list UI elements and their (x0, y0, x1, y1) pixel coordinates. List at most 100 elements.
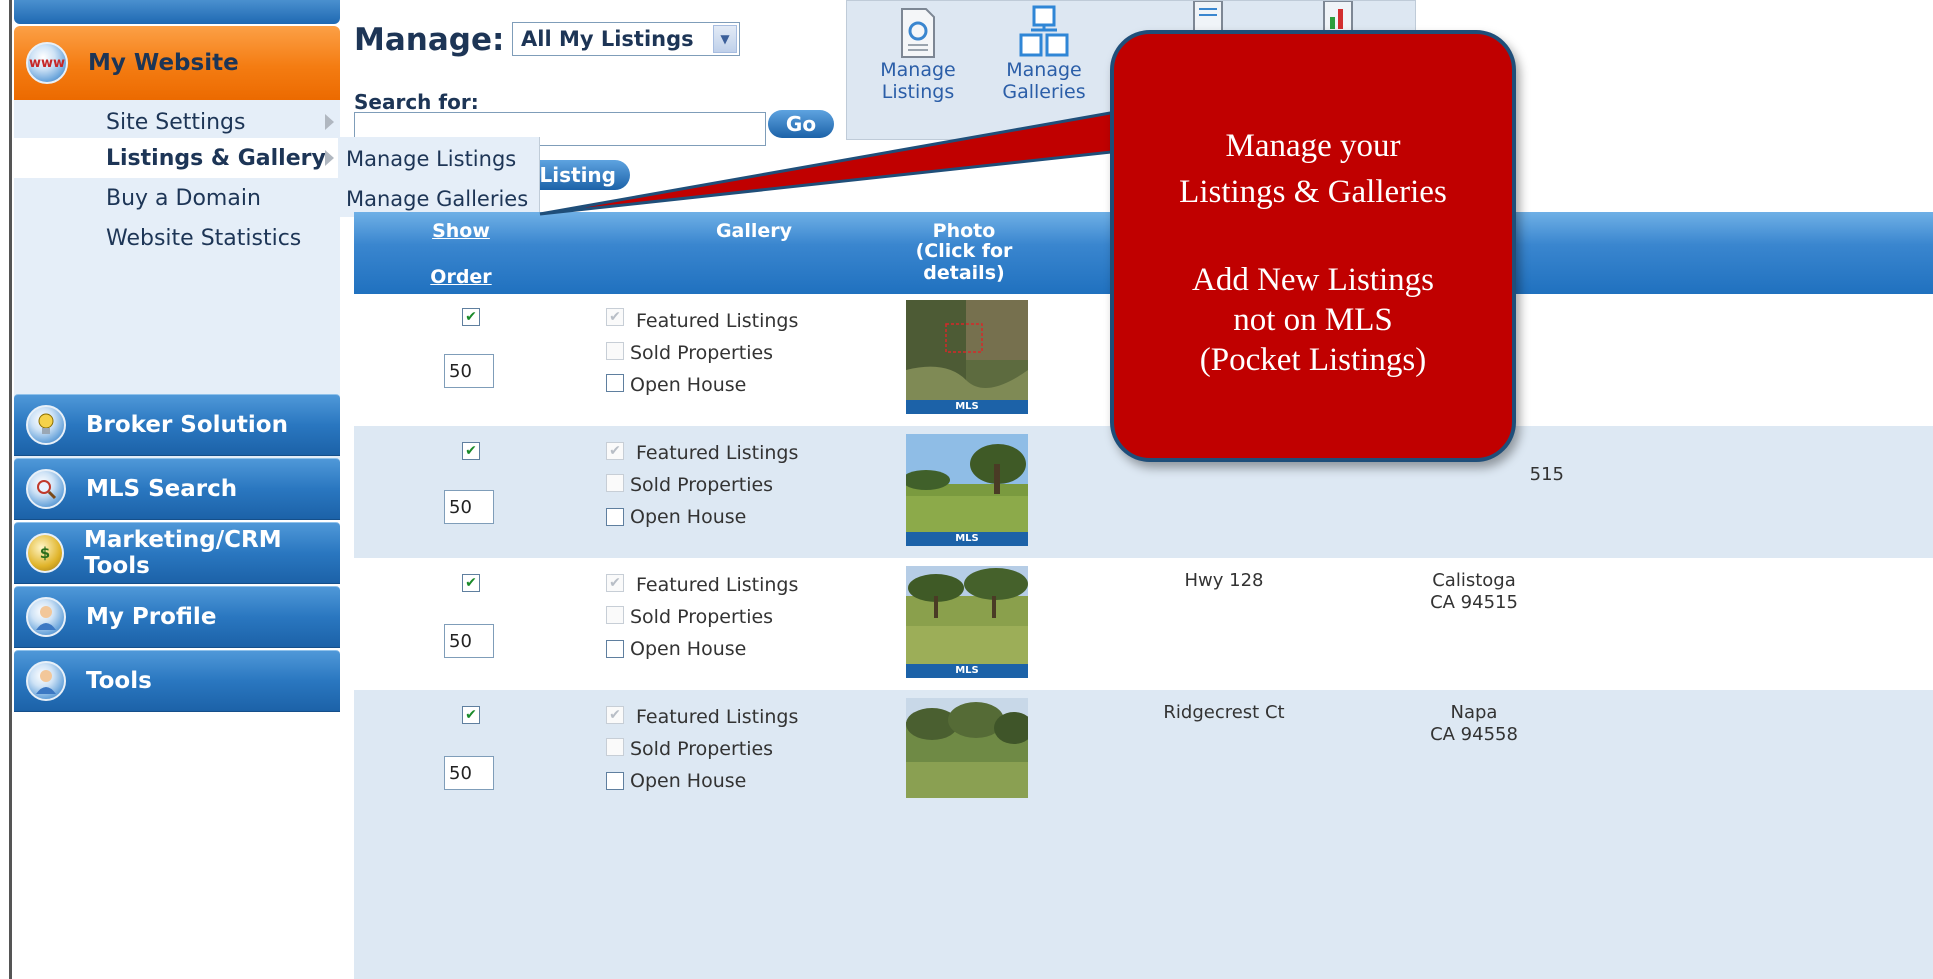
sold-checkbox[interactable] (606, 342, 624, 360)
sidebar-section-tools[interactable]: Tools (14, 650, 340, 712)
open-house-checkbox[interactable] (606, 772, 624, 790)
listing-zip: CA 94558 (1430, 724, 1518, 745)
sidebar-item-site-settings[interactable]: Site Settings (14, 102, 340, 142)
gallery-option-label: Open House (630, 770, 747, 792)
document-icon (901, 8, 935, 58)
person-icon (26, 661, 66, 701)
mls-badge: MLS (906, 532, 1028, 546)
toolbar-label: Listings (881, 81, 955, 103)
listing-photo[interactable] (906, 698, 1028, 798)
column-header-order[interactable]: Order (406, 266, 516, 288)
gallery-option-label: Featured Listings (636, 442, 799, 464)
order-input[interactable]: 50 (444, 624, 494, 658)
toolbar-label: Manage (1006, 59, 1082, 81)
listing-address: Ridgecrest Ct (1163, 702, 1285, 723)
sidebar-section-label: Marketing/CRM Tools (83, 527, 282, 579)
www-globe-icon: www (26, 42, 68, 84)
open-house-checkbox[interactable] (606, 374, 624, 392)
featured-checkbox[interactable]: ✔ (606, 706, 624, 724)
sidebar-section-label: My Website (88, 50, 239, 76)
listing-zip: CA 94515 (1430, 592, 1518, 613)
toolbar-label: Manage (880, 59, 956, 81)
gallery-option-label: Featured Listings (636, 706, 799, 728)
listing-city: Napa (1450, 702, 1498, 723)
gallery-option-label: Sold Properties (630, 738, 774, 760)
manage-filter-select[interactable]: All My Listings ▼ (512, 22, 740, 56)
magnifier-icon (26, 469, 66, 509)
order-input[interactable]: 50 (444, 490, 494, 524)
listing-zip: 515 (1529, 464, 1564, 485)
table-row: ✔ 50 ✔ Featured Listings Sold Properties… (354, 690, 1933, 979)
gallery-option-label: Sold Properties (630, 606, 774, 628)
sidebar-section-my-website[interactable]: www My Website (14, 26, 340, 100)
gallery-option-label: Featured Listings (636, 310, 799, 332)
sidebar-section-label: Tools (86, 668, 152, 694)
manage-label: Manage: (354, 22, 505, 58)
sidebar-section-my-profile[interactable]: My Profile (14, 586, 340, 648)
menu-item-manage-galleries[interactable]: Manage Galleries (346, 187, 528, 211)
sidebar-item-label: Site Settings (106, 109, 246, 135)
order-input[interactable]: 50 (444, 354, 494, 388)
callout-box: Manage your Listings & Galleries Add New… (1110, 30, 1516, 462)
sidebar-section-label: My Profile (86, 604, 217, 630)
sold-checkbox[interactable] (606, 738, 624, 756)
show-checkbox[interactable]: ✔ (462, 308, 480, 326)
left-border (0, 0, 12, 979)
listing-photo[interactable] (906, 566, 1028, 666)
sidebar: www My Website Site Settings Listings & … (14, 0, 340, 872)
chevron-down-icon[interactable]: ▼ (713, 25, 737, 53)
sidebar-item-label: Buy a Domain (106, 185, 261, 211)
column-header-show[interactable]: Show (406, 220, 516, 242)
sidebar-item-website-statistics[interactable]: Website Statistics (14, 218, 340, 258)
sidebar-section-marketing-crm[interactable]: $ Marketing/CRM Tools (14, 522, 340, 584)
listing-city: Calistoga (1432, 570, 1516, 591)
sidebar-top-section[interactable] (14, 0, 340, 24)
callout-text: not on MLS (1233, 302, 1393, 338)
featured-checkbox[interactable]: ✔ (606, 442, 624, 460)
listing-photo[interactable] (906, 434, 1028, 534)
chevron-right-icon (325, 114, 334, 130)
gallery-option-label: Open House (630, 506, 747, 528)
toolbar-manage-listings[interactable]: Manage Listings (863, 1, 973, 103)
go-button[interactable]: Go (768, 110, 834, 138)
gallery-option-label: Featured Listings (636, 574, 799, 596)
sold-checkbox[interactable] (606, 606, 624, 624)
sold-checkbox[interactable] (606, 474, 624, 492)
featured-checkbox[interactable]: ✔ (606, 308, 624, 326)
menu-item-manage-listings[interactable]: Manage Listings (346, 147, 516, 171)
open-house-checkbox[interactable] (606, 508, 624, 526)
gallery-option-label: Sold Properties (630, 474, 774, 496)
bar-chart-icon (1323, 1, 1353, 31)
toolbar-item-3[interactable] (1153, 1, 1263, 31)
sidebar-item-label: Website Statistics (106, 225, 302, 251)
toolbar-manage-galleries[interactable]: Manage Galleries (989, 1, 1099, 103)
callout-text: Manage your (1225, 128, 1401, 164)
show-checkbox[interactable]: ✔ (462, 574, 480, 592)
callout-text: Listings & Galleries (1179, 174, 1447, 210)
listing-address: Hwy 128 (1184, 570, 1264, 591)
listing-photo[interactable] (906, 300, 1028, 400)
show-checkbox[interactable]: ✔ (462, 442, 480, 460)
sidebar-section-broker-solution[interactable]: Broker Solution (14, 394, 340, 456)
toolbar-item-4[interactable] (1283, 1, 1393, 31)
sidebar-section-label: MLS Search (86, 476, 238, 502)
sidebar-item-buy-domain[interactable]: Buy a Domain (14, 178, 340, 218)
featured-checkbox[interactable]: ✔ (606, 574, 624, 592)
mls-badge: MLS (906, 400, 1028, 414)
sidebar-section-mls-search[interactable]: MLS Search (14, 458, 340, 520)
toolbar-label: Galleries (1002, 81, 1086, 103)
callout-text: (Pocket Listings) (1199, 342, 1427, 378)
chevron-right-icon (325, 150, 334, 166)
show-checkbox[interactable]: ✔ (462, 706, 480, 724)
gallery-option-label: Sold Properties (630, 342, 774, 364)
callout-text: Add New Listings (1192, 262, 1434, 298)
manage-filter-value: All My Listings (521, 27, 694, 51)
column-header-photo: Photo (932, 220, 996, 242)
gallery-option-label: Open House (630, 638, 747, 660)
column-header-gallery: Gallery (715, 220, 793, 242)
open-house-checkbox[interactable] (606, 640, 624, 658)
sidebar-section-label: Broker Solution (86, 412, 288, 438)
gallery-option-label: Open House (630, 374, 747, 396)
sidebar-item-listings-gallery[interactable]: Listings & Gallery (14, 138, 340, 178)
order-input[interactable]: 50 (444, 756, 494, 790)
